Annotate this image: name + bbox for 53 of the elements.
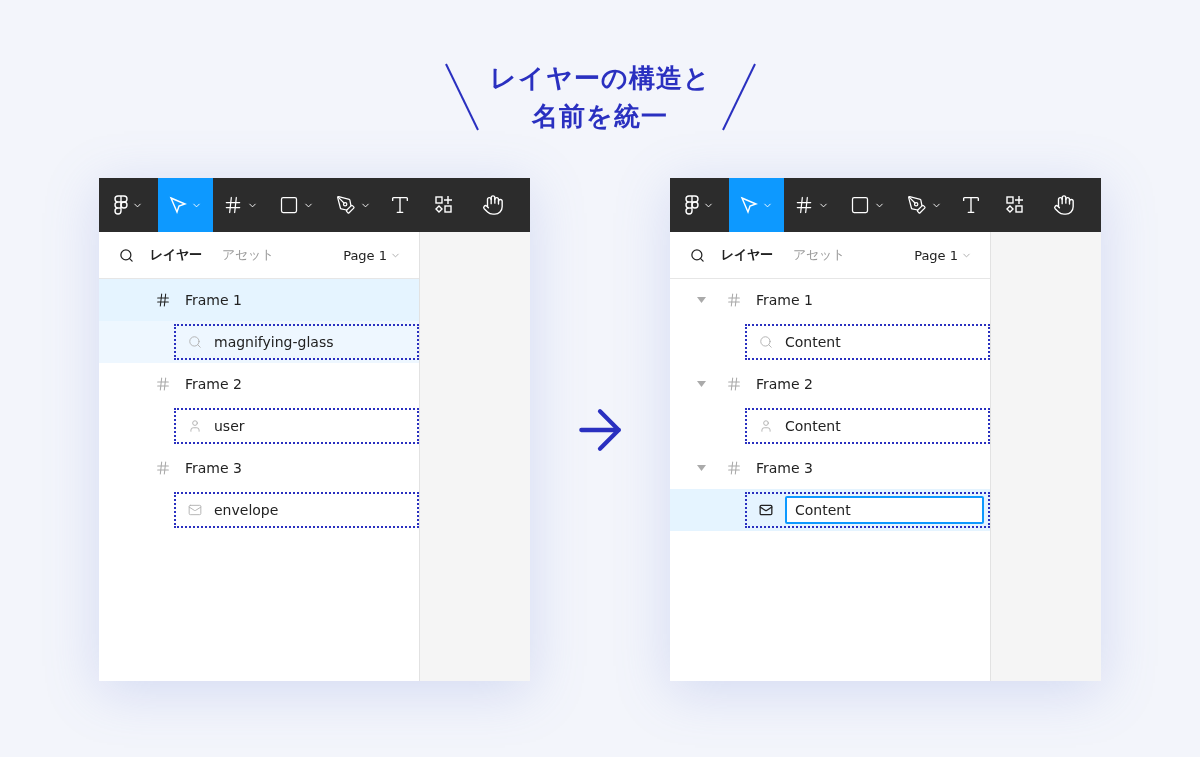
frame-icon — [155, 292, 171, 308]
search-icon — [759, 335, 773, 349]
user-icon — [188, 419, 202, 433]
rectangle-icon — [850, 195, 870, 215]
rename-field[interactable]: Content — [785, 496, 984, 524]
envelope-icon — [188, 503, 202, 517]
user-icon — [759, 419, 773, 433]
layer-name: Frame 1 — [756, 292, 813, 308]
frame-icon — [726, 460, 742, 476]
layer-row[interactable]: magnifying-glass — [99, 321, 419, 363]
layer-name: Content — [785, 418, 841, 434]
layer-name: magnifying-glass — [214, 334, 334, 350]
heading-text: レイヤーの構造と — [489, 62, 711, 95]
shapes-icon — [1005, 195, 1025, 215]
hand-icon — [481, 194, 504, 216]
pen-icon — [336, 195, 356, 215]
layer-name: envelope — [214, 502, 279, 518]
layer-name: Frame 3 — [756, 460, 813, 476]
frame-icon — [794, 195, 814, 215]
layer-row[interactable]: Frame 1 — [99, 279, 419, 321]
rectangle-icon — [279, 195, 299, 215]
layer-name: Content — [785, 334, 841, 350]
slash-line — [443, 63, 480, 131]
layer-name: Frame 3 — [185, 460, 242, 476]
search-icon — [188, 335, 202, 349]
frame-icon — [223, 195, 243, 215]
frame-icon — [155, 376, 171, 392]
layer-name: Frame 2 — [756, 376, 813, 392]
hand-icon — [1052, 194, 1075, 216]
search-icon[interactable] — [690, 247, 705, 263]
cursor-icon — [169, 196, 187, 214]
page-dropdown[interactable]: Page 1 — [343, 247, 401, 263]
frame-icon — [726, 292, 742, 308]
heading-text: 名前を統一 — [532, 100, 668, 133]
layer-name: Frame 1 — [185, 292, 242, 308]
slash-line — [720, 63, 757, 131]
cursor-icon — [740, 196, 758, 214]
frame-icon — [726, 376, 742, 392]
pen-icon — [907, 195, 927, 215]
text-icon — [960, 194, 982, 216]
logo-icon — [114, 195, 128, 215]
layer-row[interactable]: Content — [670, 489, 990, 531]
frame-icon — [155, 460, 171, 476]
search-icon[interactable] — [119, 247, 134, 263]
panel-tab[interactable]: レイヤー — [717, 246, 777, 264]
layer-name: Frame 2 — [185, 376, 242, 392]
page-dropdown[interactable]: Page 1 — [914, 247, 972, 263]
logo-icon — [685, 195, 699, 215]
layer-name: user — [214, 418, 245, 434]
text-icon — [389, 194, 411, 216]
panel-tab[interactable]: レイヤー — [146, 246, 206, 264]
shapes-icon — [434, 195, 454, 215]
envelope-icon — [759, 503, 773, 517]
